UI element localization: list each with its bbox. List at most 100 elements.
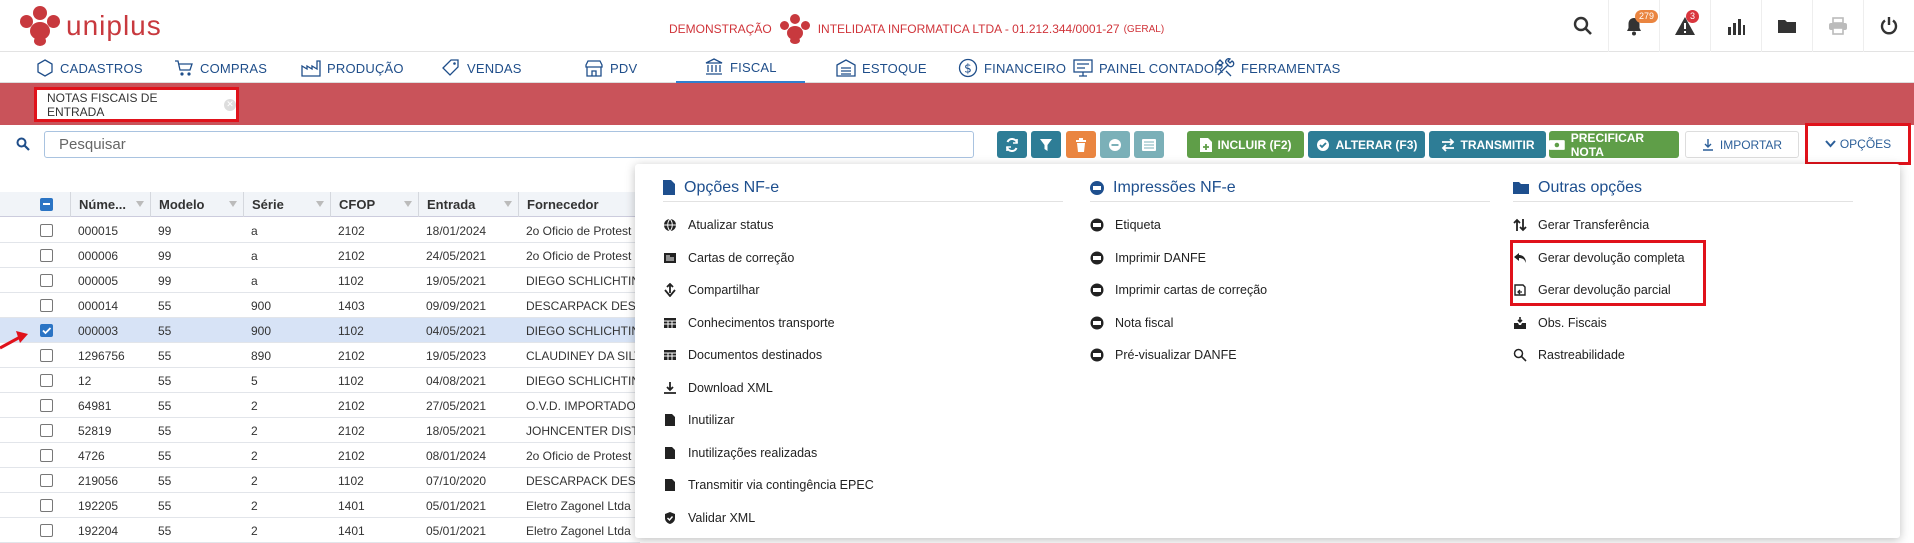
option-validar-xml[interactable]: Validar XML (663, 502, 1063, 535)
cube-icon (37, 59, 53, 77)
row-checkbox[interactable] (40, 374, 53, 387)
option-conhecimentos-transporte[interactable]: Conhecimentos transporte (663, 307, 1063, 340)
menu-cadastros[interactable]: CADASTROS (36, 53, 143, 83)
search-input[interactable] (44, 131, 974, 158)
row-checkbox[interactable] (40, 299, 53, 312)
cell-fornecedor: Eletro Zagonel Ltda (526, 498, 631, 513)
option-nota-fiscal[interactable]: Nota fiscal (1090, 307, 1490, 340)
file-add-icon (1199, 137, 1212, 152)
table-row[interactable]: 219056 55 2 1102 07/10/2020 DESCARPACK DESC (0, 468, 640, 493)
row-checkbox[interactable] (40, 399, 53, 412)
bell-icon[interactable]: 279 (1608, 0, 1659, 52)
search-icon[interactable] (1557, 0, 1608, 52)
option-transmitir-via-contingencia-epec[interactable]: Transmitir via contingência EPEC (663, 469, 1063, 502)
menu-painel-contador[interactable]: PAINEL CONTADOR (1073, 53, 1224, 83)
option-etiqueta[interactable]: Etiqueta (1090, 209, 1490, 242)
column-header-entrada[interactable]: Entrada (418, 192, 518, 217)
menu-vendas[interactable]: VENDAS (441, 53, 522, 83)
row-checkbox[interactable] (40, 249, 53, 262)
cell-entrada: 07/10/2020 (426, 473, 487, 488)
tab-notas-fiscais-entrada[interactable]: NOTAS FISCAIS DE ENTRADA ✕ (34, 87, 239, 122)
option-gerar-transferencia[interactable]: Gerar Transferência (1513, 209, 1853, 242)
option-download-xml[interactable]: Download XML (663, 372, 1063, 405)
delete-button[interactable] (1066, 131, 1096, 158)
button-label: TRANSMITIR (1460, 137, 1535, 152)
menu-pdv[interactable]: PDV (584, 53, 637, 83)
table-row[interactable]: 52819 55 2 2102 18/05/2021 JOHNCENTER DISTR (0, 418, 640, 443)
option-inutilizacoes-realizadas[interactable]: Inutilizações realizadas (663, 437, 1063, 470)
column-header-modelo[interactable]: Modelo (150, 192, 243, 217)
folder-icon[interactable] (1761, 0, 1812, 52)
store-icon (585, 60, 603, 77)
close-icon[interactable]: ✕ (224, 98, 236, 111)
list-action-button[interactable] (1134, 131, 1164, 158)
row-checkbox[interactable] (40, 274, 53, 287)
power-icon[interactable] (1863, 0, 1914, 52)
option-pre-visualizar-danfe[interactable]: Pré-visualizar DANFE (1090, 339, 1490, 372)
grid-header: Núme... Modelo Série CFOP Entrada Fornec… (0, 192, 640, 217)
cell-numero: 64981 (78, 398, 112, 413)
cell-cfop: 2102 (338, 398, 365, 413)
column-header-serie[interactable]: Série (243, 192, 330, 217)
column-header-numero[interactable]: Núme... (70, 192, 150, 217)
column-header-fornecedor[interactable]: Fornecedor (518, 192, 640, 217)
option-label: Nota fiscal (1115, 315, 1174, 330)
top-bar: uniplus DEMONSTRAÇÃO INTELIDATA INFORMAT… (0, 0, 1914, 52)
cell-fornecedor: DIEGO SCHLICHTIN (526, 273, 640, 288)
table-row[interactable]: 000005 99 a 1102 19/05/2021 DIEGO SCHLICHTIN (0, 268, 640, 293)
select-all-checkbox[interactable] (40, 198, 53, 211)
precificar-nota-button[interactable]: PRECIFICAR NOTA (1549, 131, 1679, 159)
table-row[interactable]: 64981 55 2 2102 27/05/2021 O.V.D. IMPORTADO (0, 393, 640, 418)
print-icon (1090, 180, 1104, 195)
cell-modelo: 55 (158, 473, 172, 488)
filter-button[interactable] (1031, 131, 1061, 158)
transmitir-button[interactable]: TRANSMITIR (1429, 131, 1546, 158)
menu-financeiro[interactable]: $ FINANCEIRO (958, 53, 1066, 83)
table-row[interactable]: 000015 99 a 2102 18/01/2024 2o Oficio de Prot… (0, 218, 640, 243)
option-rastreabilidade[interactable]: Rastreabilidade (1513, 339, 1853, 372)
option-imprimir-cartas-de-correcao[interactable]: Imprimir cartas de correção (1090, 274, 1490, 307)
row-checkbox[interactable] (40, 349, 53, 362)
option-cartas-de-correcao[interactable]: Cartas de correção (663, 242, 1063, 275)
importar-button[interactable]: IMPORTAR (1685, 131, 1799, 158)
row-checkbox[interactable] (40, 324, 53, 337)
table-row[interactable]: 12 55 5 1102 04/08/2021 DIEGO SCHLICHTIN (0, 368, 640, 393)
table-row[interactable]: 000003 55 900 1102 04/05/2021 DIEGO SCHLICHTI… (0, 318, 640, 343)
option-inutilizar[interactable]: Inutilizar (663, 404, 1063, 437)
option-atualizar-status[interactable]: Atualizar status (663, 209, 1063, 242)
circle-action-button[interactable] (1100, 131, 1130, 158)
row-checkbox[interactable] (40, 424, 53, 437)
table-row[interactable]: 192204 55 2 1401 05/01/2021 Eletro Zagonel Lt… (0, 518, 640, 543)
refresh-icon (1006, 137, 1018, 152)
alert-icon[interactable]: 3 (1659, 0, 1710, 52)
menu-producao[interactable]: PRODUÇÃO (301, 53, 404, 83)
row-checkbox[interactable] (40, 499, 53, 512)
option-documentos-destinados[interactable]: Documentos destinados (663, 339, 1063, 372)
app-logo[interactable]: uniplus (20, 6, 162, 46)
column-header-cfop[interactable]: CFOP (330, 192, 418, 217)
menu-fiscal[interactable]: FISCAL (676, 53, 805, 83)
table-row[interactable]: 4726 55 2 2102 08/01/2024 2o Oficio de Protes… (0, 443, 640, 468)
table-row[interactable]: 000014 55 900 1403 09/09/2021 DESCARPACK DESC (0, 293, 640, 318)
incluir-button[interactable]: INCLUIR (F2) (1187, 131, 1304, 158)
table-row[interactable]: 000006 99 a 2102 24/05/2021 2o Oficio de Prot… (0, 243, 640, 268)
option-obs-fiscais[interactable]: Obs. Fiscais (1513, 307, 1853, 340)
row-checkbox[interactable] (40, 224, 53, 237)
cell-serie: 2 (251, 473, 258, 488)
row-checkbox[interactable] (40, 524, 53, 537)
option-imprimir-danfe[interactable]: Imprimir DANFE (1090, 242, 1490, 275)
menu-ferramentas[interactable]: FERRAMENTAS (1215, 53, 1340, 83)
row-checkbox[interactable] (40, 449, 53, 462)
printer-icon[interactable] (1812, 0, 1863, 52)
opcoes-button[interactable]: OPÇÕES (1805, 123, 1911, 165)
option-compartilhar[interactable]: Compartilhar (663, 274, 1063, 307)
cell-fornecedor: 2o Oficio de Protest (526, 448, 632, 463)
table-row[interactable]: 192205 55 2 1401 05/01/2021 Eletro Zagonel Lt… (0, 493, 640, 518)
chart-icon[interactable] (1710, 0, 1761, 52)
alterar-button[interactable]: ALTERAR (F3) (1308, 131, 1425, 158)
table-row[interactable]: 1296756 55 890 2102 19/05/2023 CLAUDINEY DA S… (0, 343, 640, 368)
row-checkbox[interactable] (40, 474, 53, 487)
refresh-button[interactable] (997, 131, 1027, 158)
menu-estoque[interactable]: ESTOQUE (836, 53, 927, 83)
menu-compras[interactable]: COMPRAS (174, 53, 267, 83)
